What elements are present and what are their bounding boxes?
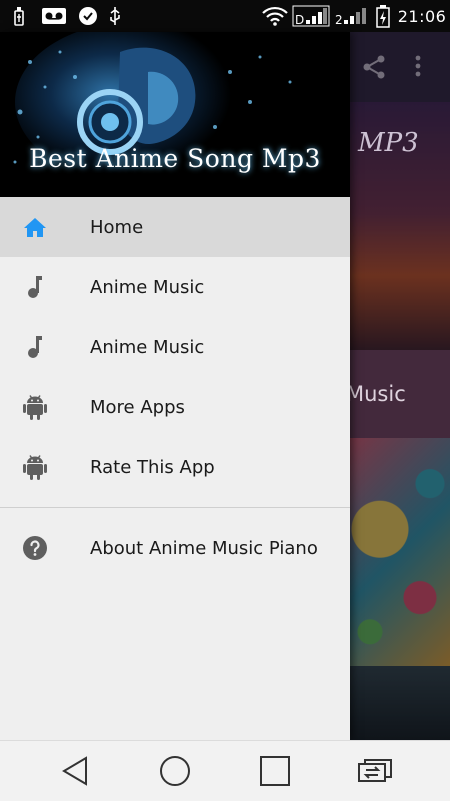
drawer-item-label: Rate This App — [90, 456, 215, 478]
battery-charging-icon — [374, 0, 392, 32]
drawer-item-more-apps[interactable]: More Apps — [0, 377, 350, 437]
background-card-label: Music — [350, 382, 406, 406]
help-icon — [22, 535, 48, 561]
music-note-icon — [22, 334, 48, 360]
switch-apps-icon — [358, 759, 392, 782]
recents-button[interactable] — [255, 751, 295, 791]
status-bar: D 2 21:06 — [0, 0, 450, 32]
drawer-menu: Home Anime Music Anime Music More Apps R… — [0, 197, 350, 578]
android-icon — [22, 394, 48, 420]
drawer-item-label: Anime Music — [90, 336, 205, 358]
background-app: MP3 Music — [350, 32, 450, 740]
app-notification-icon — [76, 0, 100, 32]
signal-icon-1: D — [292, 0, 330, 32]
wifi-icon — [260, 0, 290, 32]
navigation-drawer: Best Anime Song Mp3 Home Anime Music Ani… — [0, 32, 350, 740]
drawer-item-home[interactable]: Home — [0, 197, 350, 257]
drawer-item-label: About Anime Music Piano — [90, 537, 318, 559]
drawer-item-label: Anime Music — [90, 276, 205, 298]
recents-icon — [260, 756, 290, 786]
drawer-item-rate-this-app[interactable]: Rate This App — [0, 437, 350, 497]
back-icon — [62, 756, 87, 786]
android-icon — [22, 454, 48, 480]
status-time: 21:06 — [397, 6, 447, 26]
voicemail-icon — [40, 0, 68, 32]
usb-debug-icon — [106, 0, 124, 32]
drawer-item-label: Home — [90, 216, 144, 238]
music-note-icon — [22, 274, 48, 300]
back-button[interactable] — [55, 751, 95, 791]
drawer-item-anime-music-2[interactable]: Anime Music — [0, 317, 350, 377]
svg-text:2: 2 — [335, 13, 343, 27]
home-icon — [22, 214, 48, 240]
drawer-header: Best Anime Song Mp3 — [0, 32, 350, 197]
system-nav-bar — [0, 740, 450, 801]
drawer-divider — [0, 507, 350, 508]
usb-icon — [8, 0, 30, 32]
svg-text:D: D — [295, 13, 304, 27]
drawer-header-title: Best Anime Song Mp3 — [29, 144, 321, 173]
home-button[interactable] — [155, 751, 195, 791]
switch-apps-button[interactable] — [355, 751, 395, 791]
background-card-art-text: MP3 — [358, 128, 419, 158]
home-circle-icon — [160, 756, 190, 786]
drawer-item-label: More Apps — [90, 396, 185, 418]
drawer-item-about[interactable]: About Anime Music Piano — [0, 518, 350, 578]
drawer-item-anime-music[interactable]: Anime Music — [0, 257, 350, 317]
signal-icon-2: 2 — [334, 0, 368, 32]
